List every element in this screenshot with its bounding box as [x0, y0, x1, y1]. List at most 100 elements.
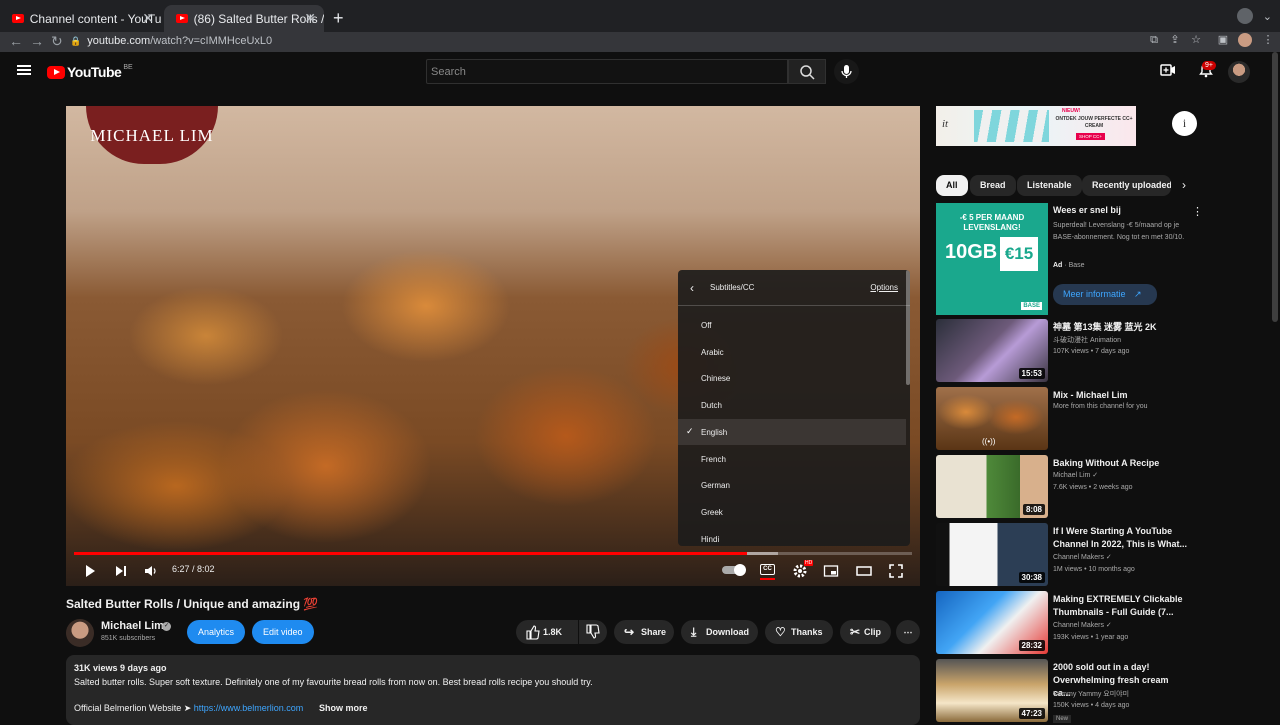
back-chevron-icon[interactable]: ‹	[690, 281, 694, 295]
browser-avatar-icon[interactable]	[1238, 33, 1252, 47]
recommended-video[interactable]: 15:53 神墓 第13集 迷雾 蓝光 2K 斗破动漫社 Animation 107K…	[936, 319, 1196, 382]
dislike-button[interactable]	[579, 620, 607, 644]
edit-video-button[interactable]: Edit video	[252, 620, 314, 644]
captions-button[interactable]: CC	[760, 564, 775, 575]
subtitle-option[interactable]: Dutch	[678, 392, 906, 418]
new-tab-icon[interactable]: +	[333, 8, 344, 29]
sidebar-icon[interactable]: ▣	[1217, 34, 1229, 46]
recommended-channel-name[interactable]: Channel Makers ✓	[1053, 553, 1112, 561]
like-button[interactable]: 1.8K	[516, 620, 578, 644]
show-more-button[interactable]: Show more	[319, 703, 368, 713]
recommended-channel-name[interactable]: More from this channel for you	[1053, 403, 1148, 410]
video-player[interactable]: MICHAEL LIM ‹ Subtitles/CC Options Off Ar…	[66, 106, 920, 586]
subtitle-option[interactable]: Arabic	[678, 339, 906, 365]
tab-search-icon[interactable]: ⌄	[1263, 10, 1272, 23]
recommended-channel-name[interactable]: Michael Lim ✓	[1053, 471, 1098, 479]
forward-icon[interactable]: →	[30, 33, 44, 49]
subtitles-options-link[interactable]: Options	[870, 283, 898, 292]
recommended-video[interactable]: 30:38 If I Were Starting A YouTube Channe…	[936, 523, 1196, 586]
recommended-channel-name[interactable]: Channel Makers ✓	[1053, 621, 1112, 629]
progress-bar[interactable]	[74, 552, 912, 555]
analytics-button[interactable]: Analytics	[187, 620, 246, 644]
sponsored-menu-icon[interactable]: ⋮	[1192, 205, 1203, 218]
thanks-button[interactable]: ♡ Thanks	[765, 620, 833, 644]
subtitle-option[interactable]: ✓ English	[678, 418, 906, 445]
recommended-video[interactable]: 28:32 Making EXTREMELY Clickable Thumbnai…	[936, 591, 1196, 654]
video-thumbnail[interactable]: ((•))	[936, 387, 1048, 450]
channel-name[interactable]: Michael Lim	[101, 620, 164, 632]
search-input[interactable]: Search	[426, 59, 788, 84]
search-button[interactable]	[788, 59, 826, 84]
profile-icon[interactable]	[1236, 8, 1253, 24]
scrollbar-thumb[interactable]	[1272, 52, 1278, 322]
page-scrollbar[interactable]	[1270, 52, 1280, 720]
volume-icon[interactable]	[143, 563, 159, 579]
website-link[interactable]: https://www.belmerlion.com	[194, 703, 304, 713]
recommended-video-title[interactable]: If I Were Starting A YouTube Channel In …	[1053, 525, 1188, 551]
reload-icon[interactable]: ↻	[51, 33, 63, 50]
download-button[interactable]: ⤓ Download	[681, 620, 758, 644]
close-tab-icon[interactable]: ✕	[304, 10, 316, 27]
browser-menu-icon[interactable]: ⋮	[1262, 34, 1274, 46]
share-page-icon[interactable]: ⇪	[1169, 34, 1181, 46]
sponsored-thumb-brand: BASE	[1021, 302, 1042, 310]
video-thumbnail[interactable]: 28:32	[936, 591, 1048, 654]
more-actions-button[interactable]: ⋯	[896, 620, 920, 644]
chip-all[interactable]: All	[936, 175, 968, 196]
subtitle-option[interactable]: Chinese	[678, 365, 906, 391]
install-app-icon[interactable]: ⧉	[1148, 34, 1160, 46]
video-thumbnail[interactable]: 47:23	[936, 659, 1048, 722]
user-avatar[interactable]	[1228, 61, 1250, 83]
back-icon[interactable]: ←	[9, 33, 23, 49]
subtitle-option[interactable]: Off	[678, 312, 906, 338]
recommended-video-title[interactable]: Making EXTREMELY Clickable Thumbnails - …	[1053, 593, 1188, 619]
more-info-button[interactable]: Meer informatie ↗	[1053, 284, 1157, 305]
clip-button[interactable]: ✂ Clip	[840, 620, 891, 644]
youtube-logo[interactable]: YouTube BE	[47, 64, 133, 80]
subtitle-option[interactable]: French	[678, 446, 906, 472]
recommended-video[interactable]: 47:23 2000 sold out in a day! Overwhelmin…	[936, 659, 1196, 723]
address-bar[interactable]: 🔒 youtube.com/watch?v=cIMMHceUxL0	[70, 32, 1140, 50]
browser-tab-studio[interactable]: Channel content - YouTube Stu ✕	[0, 5, 162, 32]
recommended-video-title[interactable]: Baking Without A Recipe	[1053, 457, 1188, 470]
recommended-video[interactable]: ((•)) Mix - Michael Lim More from this cha…	[936, 387, 1196, 450]
recommended-channel-name[interactable]: 斗破动漫社 Animation	[1053, 335, 1121, 345]
fullscreen-icon[interactable]	[888, 563, 904, 579]
chip-listenable[interactable]: Listenable	[1017, 175, 1082, 196]
recommended-video[interactable]: 8:08 Baking Without A Recipe Michael Lim ✓…	[936, 455, 1196, 518]
miniplayer-icon[interactable]	[823, 563, 839, 579]
subtitle-option[interactable]: Hindi	[678, 526, 906, 546]
recommended-channel-name[interactable]: Yummy Yammy 요미야미	[1053, 689, 1129, 699]
video-thumbnail[interactable]: 8:08	[936, 455, 1048, 518]
chevron-right-icon[interactable]: ›	[1182, 178, 1186, 192]
video-thumbnail[interactable]: 15:53	[936, 319, 1048, 382]
scissors-icon: ✂	[850, 625, 861, 639]
channel-avatar[interactable]	[66, 619, 94, 647]
create-video-icon[interactable]	[1160, 63, 1176, 77]
browser-tab-video[interactable]: (86) Salted Butter Rolls / Uniqu ✕	[164, 5, 324, 32]
play-icon[interactable]	[82, 563, 98, 579]
theater-mode-icon[interactable]	[856, 563, 872, 579]
recommended-video-title[interactable]: Mix - Michael Lim	[1053, 389, 1188, 402]
share-button[interactable]: ↪ Share	[614, 620, 674, 644]
subtitles-menu-scrollbar[interactable]	[906, 270, 910, 385]
subtitles-menu-title[interactable]: Subtitles/CC	[710, 283, 754, 292]
chip-recently-uploaded[interactable]: Recently uploaded	[1082, 175, 1171, 196]
video-thumbnail[interactable]: 30:38	[936, 523, 1048, 586]
subtitle-option[interactable]: Greek	[678, 499, 906, 525]
description-box[interactable]: 31K views 9 days ago Salted butter rolls…	[66, 655, 920, 725]
recommended-video-title[interactable]: 神墓 第13集 迷雾 蓝光 2K	[1053, 321, 1188, 334]
hamburger-menu-icon[interactable]	[17, 65, 31, 75]
ad-banner[interactable]: it NIEUW! ONTDEK JOUW PERFECTE CC+ CREAM…	[936, 106, 1136, 146]
sponsored-thumbnail[interactable]: -€ 5 PER MAAND LEVENSLANG! 10GB €15 BASE	[936, 203, 1048, 315]
bookmark-star-icon[interactable]: ☆	[1190, 34, 1202, 46]
subtitle-option[interactable]: German	[678, 472, 906, 498]
sponsored-title[interactable]: Wees er snel bij	[1053, 205, 1121, 215]
close-tab-icon[interactable]: ✕	[142, 10, 154, 27]
ad-shop-button[interactable]: SHOP CC+	[1076, 133, 1106, 140]
voice-search-button[interactable]	[834, 59, 859, 84]
chip-bread[interactable]: Bread	[970, 175, 1016, 196]
next-icon[interactable]	[113, 563, 129, 579]
ad-info-icon[interactable]: i	[1172, 111, 1197, 136]
autoplay-toggle[interactable]	[722, 564, 746, 576]
